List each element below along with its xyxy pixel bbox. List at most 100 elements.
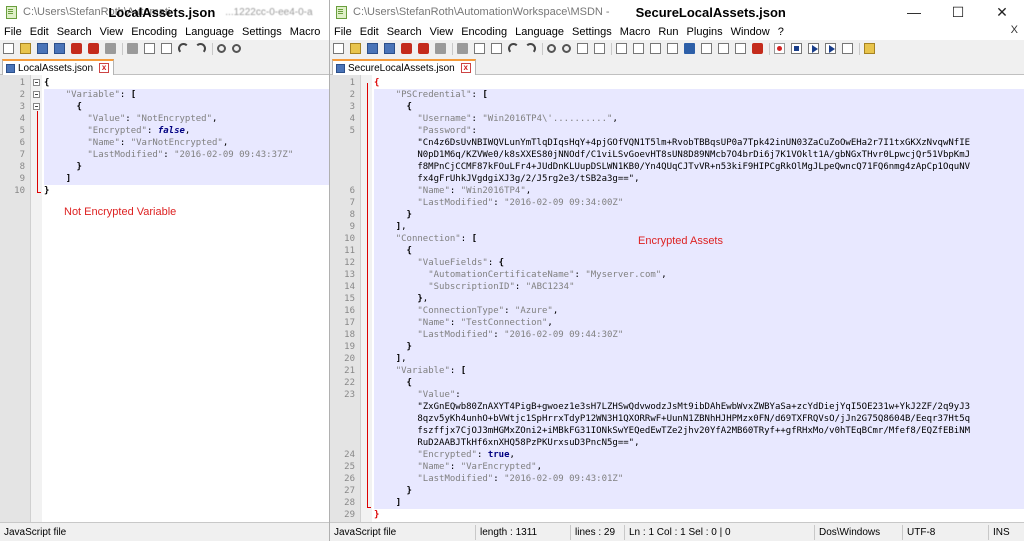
line-number-row: 10 [330,233,361,245]
menu-edit[interactable]: Edit [30,26,55,38]
copy-icon[interactable] [144,43,155,54]
document-map-icon[interactable] [701,43,712,54]
menu-settings[interactable]: Settings [242,26,288,38]
line-number-row: 1 [330,77,361,89]
play-macro-multiple-icon[interactable] [825,43,836,54]
menu-macro[interactable]: Macro [620,26,657,38]
zoom-in-icon[interactable] [577,43,588,54]
menu-file[interactable]: File [334,26,358,38]
save-macro-icon[interactable] [842,43,853,54]
tab-securelocalassets[interactable]: SecureLocalAssets.json x [332,59,476,75]
save-all-icon[interactable] [54,43,65,54]
menu-macro[interactable]: Macro [290,26,327,38]
paste-icon[interactable] [491,43,502,54]
menu-help[interactable]: ? [778,26,790,38]
word-wrap-icon[interactable] [650,43,661,54]
print-icon[interactable] [105,43,116,54]
menu-language[interactable]: Language [515,26,570,38]
show-all-chars-icon[interactable] [667,43,678,54]
menu-encoding[interactable]: Encoding [131,26,183,38]
right-toolbar [330,40,1024,57]
indent-guide-icon[interactable] [684,43,695,54]
find-icon[interactable] [547,44,556,53]
line-number-row: 3 [330,101,361,113]
tab-localassets[interactable]: LocalAssets.json x [2,59,115,75]
folder-workspace-icon[interactable] [735,43,746,54]
menu-run[interactable]: Run [658,26,684,38]
plugin-icon[interactable] [864,43,875,54]
save-all-icon[interactable] [384,43,395,54]
function-list-icon[interactable] [718,43,729,54]
redo-icon[interactable] [525,43,536,54]
copy-icon[interactable] [474,43,485,54]
record-macro-icon[interactable] [774,43,785,54]
right-code-editor[interactable]: 1 2 3 4 5 6 7 8 9 10 11 12 13 14 15 16 17 18 19 20 21 22 23 24 2… [330,75,1024,522]
sync-horizontal-icon[interactable] [633,43,644,54]
replace-icon[interactable] [562,44,571,53]
fold-toggle-icon[interactable] [33,103,40,110]
print-icon[interactable] [435,43,446,54]
cut-icon[interactable] [457,43,468,54]
line-number-row [330,401,361,413]
open-file-icon[interactable] [20,43,31,54]
close-file-icon[interactable] [401,43,412,54]
find-icon[interactable] [217,44,226,53]
zoom-out-icon[interactable] [594,43,605,54]
close-document-button[interactable]: X [1011,24,1018,36]
right-title-bar[interactable]: C:\Users\StefanRoth\AutomationWorkspace\… [330,0,1024,24]
line-number-row: 4 [330,113,361,125]
monitoring-icon[interactable] [752,43,763,54]
code-line: "LastModified": "2016-02-09 09:44:30Z" [374,329,1024,341]
line-number-row: 1 [0,77,31,89]
save-icon[interactable] [367,43,378,54]
close-all-icon[interactable] [88,43,99,54]
tab-close-icon[interactable]: x [99,63,110,73]
line-number-row: 8 [0,161,31,173]
cut-icon[interactable] [127,43,138,54]
menu-search[interactable]: Search [387,26,428,38]
code-line: "Password": [374,125,1024,137]
undo-icon[interactable] [508,43,519,54]
play-macro-icon[interactable] [808,43,819,54]
menu-view[interactable]: View [100,26,130,38]
line-number-row: 28 [330,497,361,509]
notepadpp-icon [5,5,17,19]
fold-toggle-icon[interactable] [33,91,40,98]
code-line: "Value": "NotEncrypted", [44,113,329,125]
minimize-button[interactable]: — [892,0,936,24]
line-number: 20 [344,354,355,364]
left-title-bar[interactable]: C:\Users\StefanRoth\Automati LocalAssets… [0,0,329,24]
fold-end [37,192,41,193]
menu-edit[interactable]: Edit [360,26,385,38]
menu-view[interactable]: View [430,26,460,38]
line-number-row: 19 [330,341,361,353]
tab-close-icon[interactable]: x [460,63,471,73]
line-number: 6 [19,138,25,148]
code-line: "Name": "VarNotEncrypted", [44,137,329,149]
close-window-button[interactable]: ✕ [980,0,1024,24]
sync-vertical-icon[interactable] [616,43,627,54]
menu-window[interactable]: Window [731,26,776,38]
undo-icon[interactable] [178,43,189,54]
line-number: 22 [344,378,355,388]
new-file-icon[interactable] [3,43,14,54]
menu-search[interactable]: Search [57,26,98,38]
code-line: } [374,510,380,520]
close-all-icon[interactable] [418,43,429,54]
menu-file[interactable]: File [4,26,28,38]
close-file-icon[interactable] [71,43,82,54]
menu-settings[interactable]: Settings [572,26,618,38]
menu-encoding[interactable]: Encoding [461,26,513,38]
replace-icon[interactable] [232,44,241,53]
redo-icon[interactable] [195,43,206,54]
save-icon[interactable] [37,43,48,54]
new-file-icon[interactable] [333,43,344,54]
paste-icon[interactable] [161,43,172,54]
left-code-editor[interactable]: 1 2 3 4 5 6 7 8 9 10 { "Variable": [ { "Value": "… [0,75,329,522]
menu-plugins[interactable]: Plugins [687,26,729,38]
maximize-button[interactable]: ☐ [936,0,980,24]
stop-macro-icon[interactable] [791,43,802,54]
fold-toggle-icon[interactable] [33,79,40,86]
open-file-icon[interactable] [350,43,361,54]
menu-language[interactable]: Language [185,26,240,38]
